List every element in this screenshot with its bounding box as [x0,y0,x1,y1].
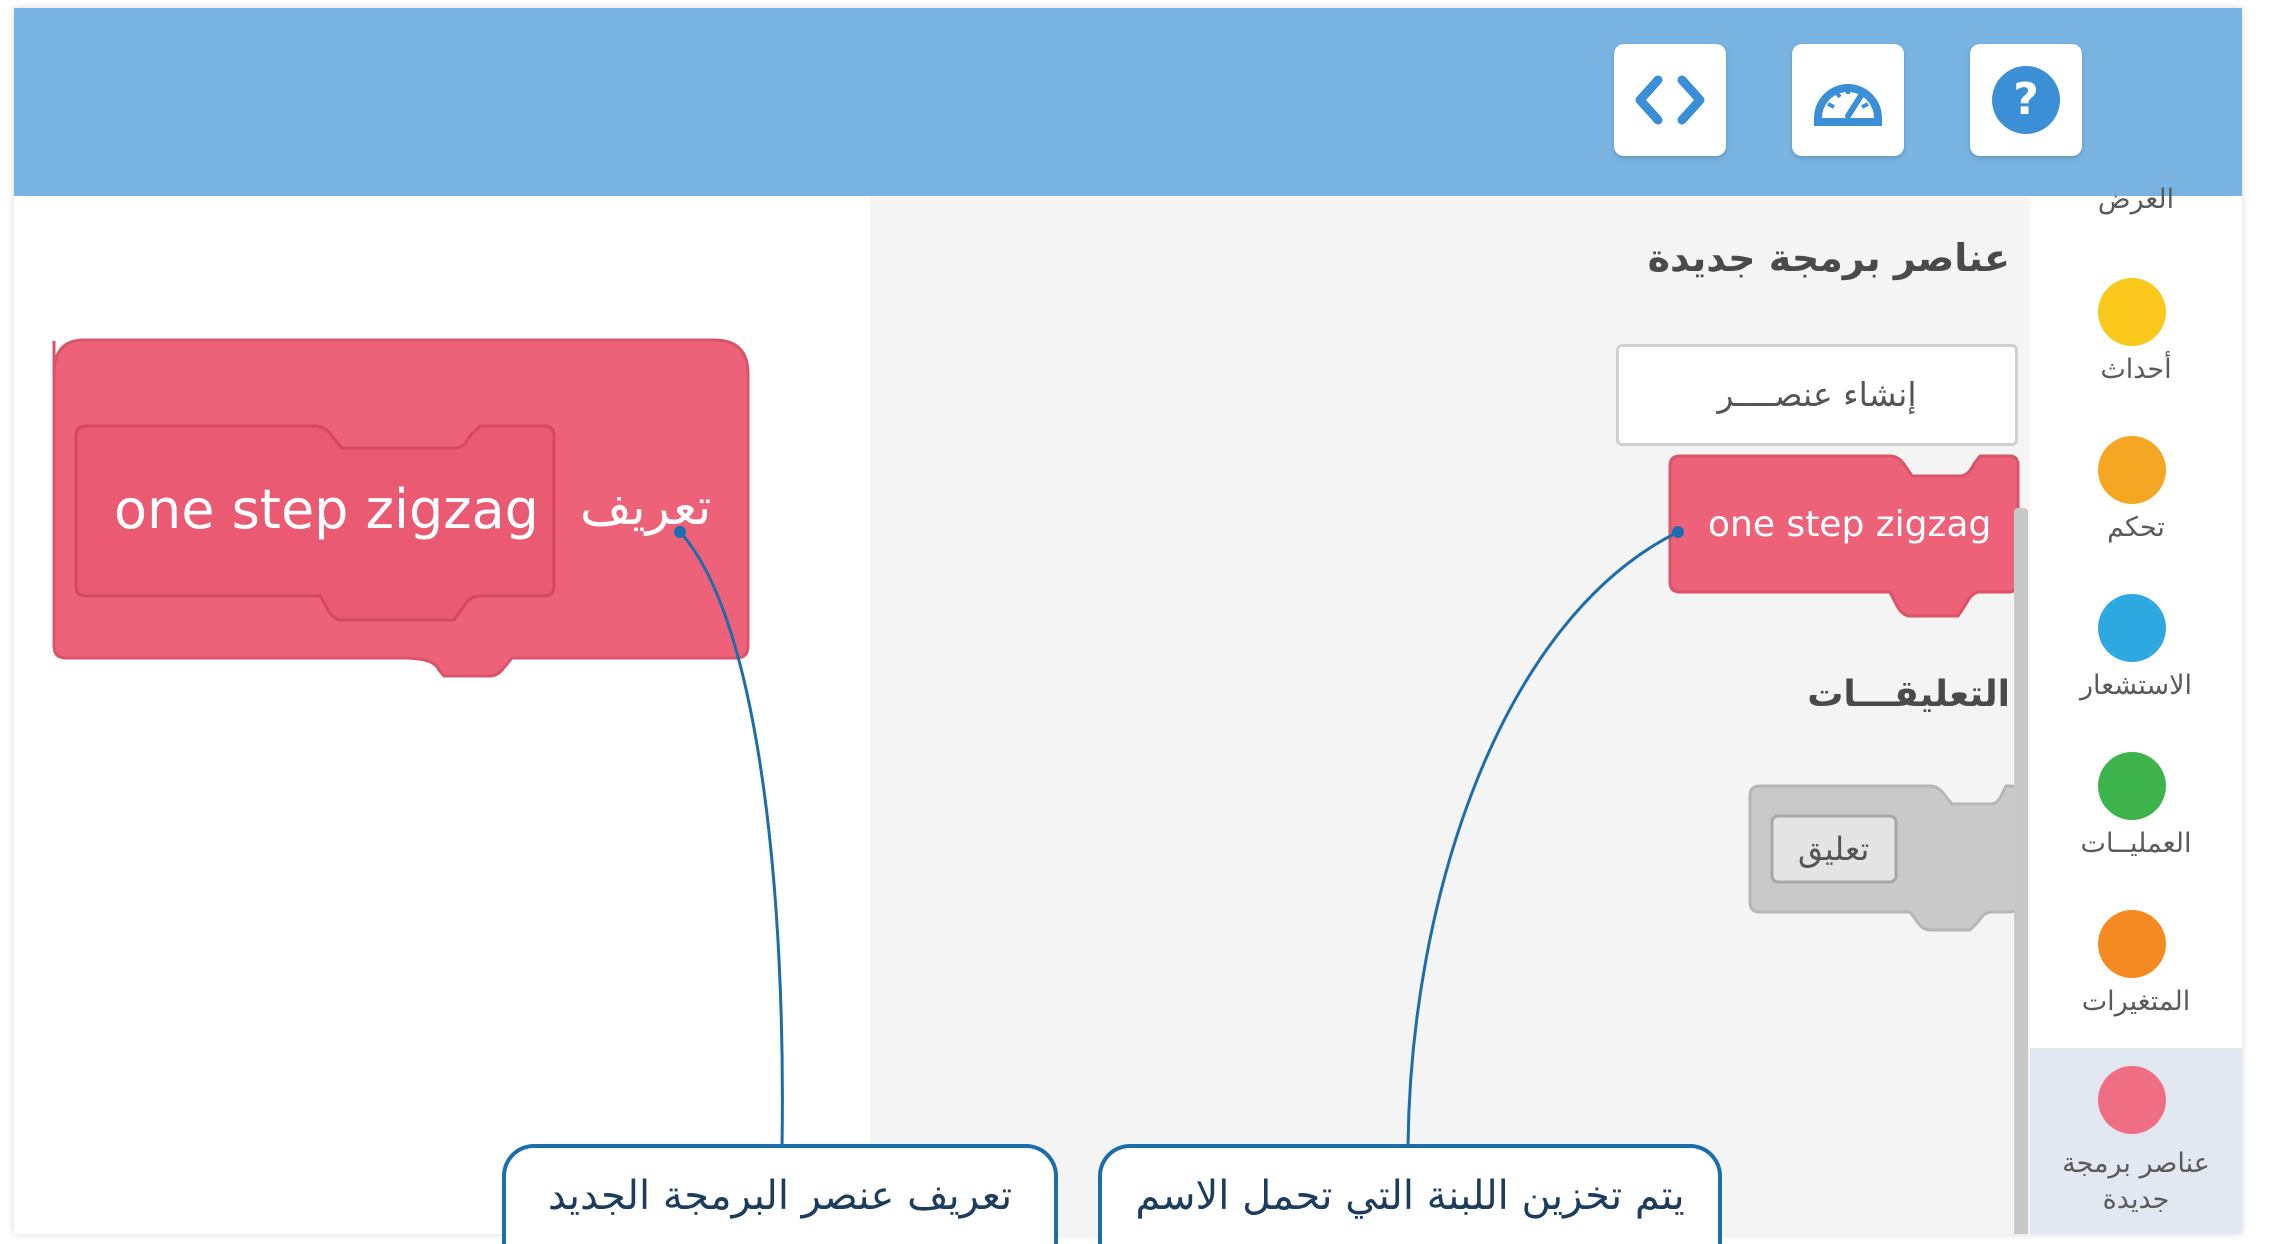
callout-define-block: تعريف عنصر البرمجة الجديد [502,1144,1058,1244]
annotation-lines [674,526,1684,1149]
callout-stored-text: يتم تخزين اللبنة التي تحمل الاسم [1135,1173,1685,1219]
callout-define-text: تعريف عنصر البرمجة الجديد [547,1173,1013,1219]
callout-stored-block: يتم تخزين اللبنة التي تحمل الاسم [1098,1144,1722,1244]
